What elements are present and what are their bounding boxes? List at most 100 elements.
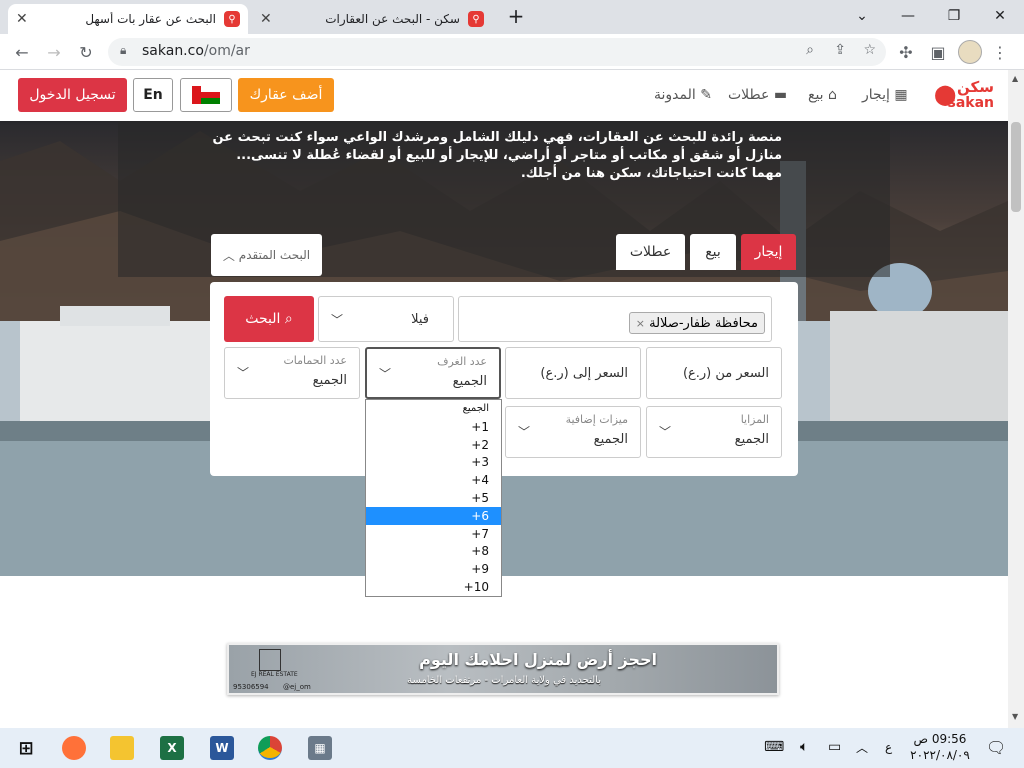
scroll-down-arrow-icon[interactable]: ▼	[1012, 712, 1018, 721]
logo-text-ar: سكن	[957, 78, 994, 96]
dropdown-option[interactable]: 7+	[366, 525, 501, 543]
profile-avatar[interactable]	[958, 40, 982, 64]
dropdown-option[interactable]: 9+	[366, 560, 501, 578]
address-bar[interactable]: 🔒︎ sakan.co/om/ar ⌕ ⇪ ☆	[108, 38, 886, 66]
forward-arrow-icon[interactable]: →	[42, 40, 66, 64]
scroll-up-arrow-icon[interactable]: ▲	[1012, 74, 1018, 83]
building-icon: ▦	[894, 87, 908, 103]
tab-title: سكن - البحث عن العقارات	[325, 12, 460, 26]
search-button[interactable]: ⌕ البحث	[224, 296, 314, 342]
word-icon[interactable]: W	[210, 736, 234, 760]
banner-phone: 95306594	[233, 683, 269, 691]
extensions-puzzle-icon[interactable]: ✣	[894, 40, 918, 64]
price-to-input[interactable]: السعر إلى (ر.ع)	[505, 347, 641, 399]
firefox-icon[interactable]	[62, 736, 86, 760]
clock-date[interactable]: ٢٠٢٢/٠٨/٠٩	[908, 748, 972, 762]
dropdown-option[interactable]: 4+	[366, 471, 501, 489]
tab-search-chevron-icon[interactable]: ⌄	[842, 4, 882, 28]
browser-tab-active[interactable]: ⚲ البحث عن عقار بات أسهل ✕	[8, 4, 248, 34]
language-en-button[interactable]: En	[133, 78, 173, 112]
nav-rent[interactable]: ▦ إيجار	[862, 87, 908, 103]
real-estate-logo-icon	[259, 649, 281, 671]
web-page: ⬤ سكن sakan ▦ إيجار ⌂ بيع ▬ عطلات ✎ المد…	[0, 70, 1008, 728]
nav-blog[interactable]: ✎ المدونة	[654, 87, 712, 103]
url-text: sakan.co/om/ar	[142, 43, 250, 59]
blog-icon: ✎	[700, 87, 712, 103]
show-hidden-icons-icon[interactable]: ︿	[856, 739, 868, 756]
banner-subline: بالتحديد في ولاية العامرات - مرتفعات الخ…	[407, 675, 601, 686]
login-button[interactable]: تسجيل الدخول	[18, 78, 127, 112]
lock-icon: 🔒︎	[120, 43, 127, 57]
nav-sale[interactable]: ⌂ بيع	[808, 87, 837, 103]
price-from-input[interactable]: السعر من (ر.ع)	[646, 347, 782, 399]
dropdown-option[interactable]: 2+	[366, 436, 501, 454]
chevron-up-icon: ︿	[222, 248, 235, 263]
site-header: ⬤ سكن sakan ▦ إيجار ⌂ بيع ▬ عطلات ✎ المد…	[0, 70, 1008, 121]
share-icon[interactable]: ⇪	[834, 42, 846, 58]
banner-brand: EJ REAL ESTATE	[251, 671, 298, 678]
volume-icon[interactable]: 🔈︎	[800, 739, 808, 755]
dropdown-option-highlighted[interactable]: 6+	[366, 506, 501, 525]
remove-tag-icon[interactable]: ×	[636, 317, 645, 330]
dropdown-option[interactable]: 10+	[366, 578, 501, 596]
clock-time[interactable]: 09:56 ص	[912, 732, 968, 746]
windows-start-icon[interactable]: ⊞	[14, 736, 38, 760]
scrollbar-thumb[interactable]	[1011, 122, 1021, 212]
calculator-icon[interactable]: ▦	[308, 736, 332, 760]
chevron-down-icon: ﹀	[518, 425, 531, 439]
extra-features-select[interactable]: ميزات إضافية الجميع ﹀	[505, 406, 641, 458]
side-panel-icon[interactable]: ▣	[926, 40, 950, 64]
ad-banner[interactable]: احجز أرض لمنزل احلامك اليوم بالتحديد في …	[227, 643, 779, 695]
input-language-indicator[interactable]: ع	[885, 740, 892, 754]
location-input[interactable]: محافظة ظفار-صلالة ×	[458, 296, 772, 342]
sakan-favicon-icon: ⚲	[224, 11, 240, 27]
keyboard-icon[interactable]: ⌨	[764, 739, 784, 755]
close-window-button[interactable]: ✕	[980, 4, 1020, 28]
chrome-icon[interactable]	[258, 736, 282, 760]
chevron-down-icon: ﹀	[659, 425, 672, 439]
dropdown-option[interactable]: 1+	[366, 418, 501, 436]
banner-handle: @ej_om	[283, 683, 311, 691]
search-panel: محافظة ظفار-صلالة × فيلا ﹀ ⌕ البحث السعر…	[210, 282, 798, 476]
home-icon: ⌂	[828, 87, 837, 103]
advanced-search-toggle[interactable]: البحث المتقدم ︿	[211, 234, 322, 276]
windows-taskbar: ⊞ X W ▦ ⌨ 🔈︎ ▭ ︿ ع 09:56 ص ٢٠٢٢/٠٨/٠٩ 🗨︎	[0, 728, 1024, 768]
hero-description: منصة رائدة للبحث عن العقارات، فهي دليلك …	[212, 130, 782, 181]
rooms-select[interactable]: عدد الغرف الجميع ﹀	[365, 347, 501, 399]
zoom-search-icon[interactable]: ⌕	[806, 42, 814, 58]
browser-tab[interactable]: ⚲ سكن - البحث عن العقارات ✕	[252, 4, 492, 34]
tab-rent[interactable]: إيجار	[741, 234, 796, 270]
back-arrow-icon[interactable]: ←	[10, 40, 34, 64]
network-icon[interactable]: ▭	[828, 739, 841, 755]
excel-icon[interactable]: X	[160, 736, 184, 760]
oman-flag-button[interactable]	[180, 78, 232, 112]
new-tab-button[interactable]: +	[496, 4, 536, 28]
features-select[interactable]: المزايا الجميع ﹀	[646, 406, 782, 458]
reload-icon[interactable]: ↻	[74, 40, 98, 64]
dropdown-option[interactable]: 5+	[366, 489, 501, 507]
chevron-down-icon: ﹀	[379, 367, 392, 381]
nav-holidays[interactable]: ▬ عطلات	[728, 87, 787, 103]
page-scrollbar[interactable]: ▲ ▼	[1008, 70, 1024, 728]
close-tab-icon[interactable]: ✕	[16, 11, 28, 27]
tab-sale[interactable]: بيع	[690, 234, 736, 270]
minimize-button[interactable]: —	[888, 4, 928, 28]
property-type-select[interactable]: فيلا ﹀	[318, 296, 454, 342]
dropdown-option[interactable]: الجميع	[366, 400, 501, 418]
tab-holidays[interactable]: عطلات	[616, 234, 685, 270]
dropdown-option[interactable]: 8+	[366, 542, 501, 560]
menu-kebab-icon[interactable]: ⋮	[988, 40, 1012, 64]
dropdown-option[interactable]: 3+	[366, 453, 501, 471]
bathrooms-select[interactable]: عدد الحمامات الجميع ﹀	[224, 347, 360, 399]
bed-icon: ▬	[773, 87, 788, 103]
file-explorer-icon[interactable]	[110, 736, 134, 760]
rooms-dropdown-list: الجميع 1+ 2+ 3+ 4+ 5+ 6+ 7+ 8+ 9+ 10+	[365, 399, 502, 597]
sakan-logo[interactable]: ⬤ سكن sakan	[932, 78, 998, 114]
browser-tab-strip: ⚲ البحث عن عقار بات أسهل ✕ ⚲ سكن - البحث…	[0, 0, 1024, 34]
location-tag: محافظة ظفار-صلالة ×	[628, 312, 765, 334]
bookmark-star-icon[interactable]: ☆	[863, 42, 876, 58]
close-tab-icon[interactable]: ✕	[260, 11, 272, 27]
notifications-icon[interactable]: 🗨︎	[986, 738, 1006, 757]
add-property-button[interactable]: أضف عقارك	[238, 78, 334, 112]
restore-button[interactable]: ❐	[934, 4, 974, 28]
